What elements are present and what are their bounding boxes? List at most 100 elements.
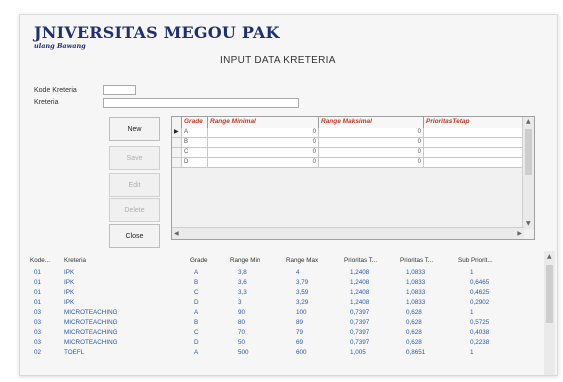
table-cell-prioritas-1: 1,2408 — [350, 279, 370, 286]
col-header-range-max[interactable]: Range Max — [286, 255, 318, 267]
grid-header-grade[interactable]: Grade — [182, 117, 208, 128]
table-cell-kode: 03 — [34, 339, 42, 346]
table-vertical-scrollbar[interactable]: ▲ — [544, 251, 555, 375]
kode-kreteria-input[interactable] — [103, 85, 136, 95]
grid-cell-grade[interactable]: B — [182, 138, 208, 147]
table-row[interactable]: 03 MICROTEACHING B 80 89 0,7397 0,628 0,5725 — [30, 318, 530, 328]
table-cell-kode: 01 — [34, 299, 42, 306]
table-cell-range-max: 100 — [296, 309, 307, 316]
scroll-thumb[interactable] — [546, 265, 553, 323]
table-row[interactable]: 01 IPK D 3 3,29 1,2408 1,0833 0,2902 — [30, 298, 530, 308]
table-row[interactable]: 02 TOEFL A 500 600 1,005 0,8651 1 — [30, 348, 530, 358]
table-cell-range-max: 79 — [296, 329, 304, 336]
grid-header-range-min[interactable]: Range Minimal — [208, 117, 319, 128]
table-cell-prioritas-1: 1,005 — [350, 349, 366, 356]
grid-row[interactable]: C 0 0 — [172, 148, 524, 158]
grid-header-range-max[interactable]: Range Maksimal — [319, 117, 424, 128]
table-cell-prioritas-2: 0,628 — [406, 309, 422, 316]
table-cell-prioritas-1: 1,2408 — [350, 299, 370, 306]
grid-header-indicator — [172, 117, 182, 128]
table-cell-prioritas-2: 1,0833 — [406, 269, 426, 276]
col-header-prioritas-2[interactable]: Prioritas T... — [400, 255, 433, 267]
table-cell-prioritas-2: 1,0833 — [406, 299, 426, 306]
scroll-thumb[interactable] — [525, 129, 532, 175]
table-cell-range-min: 3,6 — [238, 279, 247, 286]
grid-cell-grade[interactable]: C — [182, 148, 208, 157]
table-row[interactable]: 01 IPK C 3,3 3,59 1,2408 1,0833 0,4625 — [30, 288, 530, 298]
table-cell-grade: D — [194, 339, 199, 346]
table-row[interactable]: 01 IPK A 3,8 4 1,2408 1,0833 1 — [30, 268, 530, 278]
table-row[interactable]: 03 MICROTEACHING C 70 79 0,7397 0,628 0,4038 — [30, 328, 530, 338]
table-cell-sub-prioritas: 0,2238 — [470, 339, 490, 346]
table-row[interactable]: 03 MICROTEACHING A 90 100 0,7397 0,628 1 — [30, 308, 530, 318]
col-header-prioritas-1[interactable]: Prioritas T... — [344, 255, 377, 267]
scroll-up-icon[interactable]: ▲ — [526, 119, 531, 125]
table-cell-kode: 03 — [34, 329, 42, 336]
grid-cell-range-min[interactable]: 0 — [208, 148, 319, 157]
grid-cell-range-max[interactable]: 0 — [319, 148, 424, 157]
grid-row[interactable]: ▶ A 0 0 — [172, 128, 524, 138]
scroll-left-icon[interactable]: ◀ — [174, 231, 179, 237]
table-cell-prioritas-1: 0,7397 — [350, 339, 370, 346]
grid-cell-prioritas-tetap[interactable] — [424, 158, 524, 167]
table-cell-kreteria: MICROTEACHING — [64, 319, 118, 326]
grid-cell-range-min[interactable]: 0 — [208, 138, 319, 147]
table-cell-range-min: 90 — [238, 309, 246, 316]
scroll-right-icon[interactable]: ▶ — [517, 231, 522, 237]
table-cell-prioritas-1: 0,7397 — [350, 329, 370, 336]
table-cell-sub-prioritas: 0,4625 — [470, 289, 490, 296]
scroll-up-icon[interactable]: ▲ — [547, 254, 552, 260]
scroll-down-icon[interactable]: ▼ — [526, 221, 531, 227]
table-cell-grade: A — [194, 349, 199, 356]
col-header-grade[interactable]: Grade — [190, 255, 208, 267]
table-cell-sub-prioritas: 0,2902 — [470, 299, 490, 306]
table-cell-range-min: 50 — [238, 339, 246, 346]
table-cell-range-min: 70 — [238, 329, 246, 336]
table-cell-grade: D — [194, 299, 199, 306]
grid-cell-range-max[interactable]: 0 — [319, 138, 424, 147]
table-cell-grade: A — [194, 309, 199, 316]
grid-row[interactable]: B 0 0 — [172, 138, 524, 148]
row-selector-icon: ▶ — [172, 128, 182, 137]
table-cell-prioritas-2: 1,0833 — [406, 289, 426, 296]
table-row[interactable]: 03 MICROTEACHING D 50 69 0,7397 0,628 0,2238 — [30, 338, 530, 348]
grid-cell-prioritas-tetap[interactable] — [424, 148, 524, 157]
close-button[interactable]: Close — [109, 224, 160, 248]
grade-input-grid[interactable]: Grade Range Minimal Range Maksimal Prior… — [171, 116, 535, 240]
table-cell-prioritas-2: 0,628 — [406, 339, 422, 346]
grid-cell-range-max[interactable]: 0 — [319, 158, 424, 167]
grid-cell-prioritas-tetap[interactable] — [424, 128, 524, 137]
row-selector — [172, 158, 182, 167]
grid-row[interactable]: D 0 0 — [172, 158, 524, 168]
new-button[interactable]: New — [109, 117, 160, 141]
col-header-kode[interactable]: Kode... — [30, 255, 50, 267]
edit-button[interactable]: Edit — [109, 173, 160, 197]
grid-vertical-scrollbar[interactable]: ▲ ▼ — [522, 117, 534, 229]
grid-header-prioritas-tetap[interactable]: PrioritasTetap — [424, 117, 524, 128]
university-logo-subtitle: ulang Bawang — [34, 42, 86, 50]
table-cell-sub-prioritas: 1 — [470, 309, 474, 316]
delete-button[interactable]: Delete — [109, 198, 160, 222]
grid-cell-range-min[interactable]: 0 — [208, 158, 319, 167]
table-cell-kode: 01 — [34, 279, 42, 286]
table-cell-range-min: 3,8 — [238, 269, 247, 276]
table-cell-prioritas-2: 0,628 — [406, 319, 422, 326]
table-cell-kreteria: IPK — [64, 289, 75, 296]
grid-cell-range-min[interactable]: 0 — [208, 128, 319, 137]
grid-cell-grade[interactable]: D — [182, 158, 208, 167]
grid-cell-prioritas-tetap[interactable] — [424, 138, 524, 147]
table-cell-prioritas-2: 0,628 — [406, 329, 422, 336]
col-header-kreteria[interactable]: Kreteria — [64, 255, 86, 267]
table-cell-kreteria: IPK — [64, 269, 75, 276]
grid-horizontal-scrollbar[interactable]: ◀ ▶ — [172, 227, 524, 239]
kreteria-input[interactable] — [103, 98, 299, 108]
table-cell-grade: C — [194, 289, 199, 296]
table-row[interactable]: 01 IPK B 3,6 3,79 1,2408 1,0833 0,6465 — [30, 278, 530, 288]
table-cell-kode: 03 — [34, 309, 42, 316]
grid-cell-grade[interactable]: A — [182, 128, 208, 137]
col-header-sub-prioritas[interactable]: Sub Priorit... — [458, 255, 493, 267]
grid-cell-range-max[interactable]: 0 — [319, 128, 424, 137]
table-cell-kode: 03 — [34, 319, 42, 326]
col-header-range-min[interactable]: Range Min — [230, 255, 260, 267]
save-button[interactable]: Save — [109, 146, 160, 170]
